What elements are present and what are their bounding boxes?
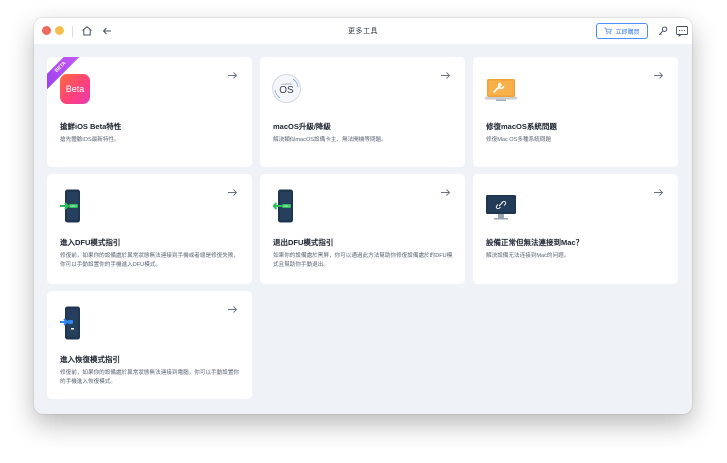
- title-bar: 更多工具 立即購買: [34, 18, 692, 44]
- macbook-wrench-icon: [485, 79, 517, 101]
- enter-dfu-icon: DFU: [60, 189, 80, 223]
- card-title: macOS升級/降級: [273, 122, 331, 131]
- feedback-icon[interactable]: [675, 24, 689, 38]
- card-description: 解決設備无法连接到Mac的问题。: [486, 253, 570, 259]
- exit-dfu-icon: DFU: [273, 189, 293, 223]
- card-ios-beta[interactable]: BETA Beta 搶鮮iOS Beta特性 搶先體驗iOS最新特性。: [47, 57, 252, 167]
- ios-beta-icon-label: Beta: [65, 84, 85, 94]
- card-recovery-mode[interactable]: 進入恢復模式指引 修復前，如果你的設備處於異常狀態無法連接到電腦，你可以手動設置…: [47, 291, 252, 399]
- arrow-right-icon[interactable]: [440, 71, 451, 80]
- card-title: 退出DFU模式指引: [273, 238, 334, 247]
- card-description: 搶先體驗iOS最新特性。: [60, 137, 120, 143]
- enter-dfu-icon-label: DFU: [70, 204, 76, 208]
- card-description: 修復前，如果你的設備處於異常狀態無法連接到手機或者總是修復失敗，你可以手動設置你…: [60, 253, 240, 268]
- card-exit-dfu[interactable]: DFU 退出DFU模式指引 如果你的設備處於黑屏，你可以通過此方法幫助你修復設備…: [260, 174, 465, 284]
- card-description: 修復Mac OS多種系統問題: [486, 137, 551, 143]
- key-icon[interactable]: [656, 24, 670, 38]
- card-title: 進入DFU模式指引: [60, 238, 121, 247]
- card-title: 進入恢復模式指引: [60, 355, 120, 364]
- cart-icon: [604, 27, 613, 35]
- card-title: 搶鮮iOS Beta特性: [60, 122, 122, 131]
- window-title: 更多工具: [348, 28, 378, 35]
- recovery-mode-icon: [60, 306, 80, 340]
- arrow-right-icon[interactable]: [227, 188, 238, 197]
- card-description: 如果你的設備處於黑屏，你可以通過此方法幫助你修復設備處於的DFU模式且幫助你手動…: [273, 253, 453, 268]
- monitor-link-icon: [486, 195, 516, 220]
- circular-arrows-icon: [274, 78, 299, 99]
- buy-now-button[interactable]: 立即購買: [596, 23, 648, 39]
- card-device-connection[interactable]: 設備正常但無法連接到Mac？ 解決設備无法连接到Mac的问题。: [473, 174, 678, 284]
- app-window: 更多工具 立即購買 BETA Beta 搶鮮iOS Beta特性 搶先體驗iOS…: [34, 18, 692, 414]
- arrow-right-icon[interactable]: [227, 71, 238, 80]
- arrow-right-icon[interactable]: [227, 305, 238, 314]
- card-description: 修復前，如果你的設備處於異常狀態無法連接到電腦，你可以手動設置你的手機進入恢復模…: [60, 370, 240, 385]
- card-description: 解決類似macOS設備卡主、無法開機等問題。: [273, 137, 387, 143]
- arrow-right-icon[interactable]: [653, 188, 664, 197]
- card-title: 修復macOS系統問題: [486, 122, 557, 131]
- buy-now-label: 立即購買: [615, 29, 640, 36]
- card-enter-dfu[interactable]: DFU 進入DFU模式指引 修復前，如果你的設備處於異常狀態無法連接到手機或者總…: [47, 174, 252, 284]
- arrow-right-icon[interactable]: [440, 188, 451, 197]
- ios-beta-icon: Beta: [60, 74, 90, 104]
- macos-icon: macOS OS: [272, 74, 301, 103]
- exit-dfu-icon-label: DFU: [283, 204, 289, 208]
- card-title: 設備正常但無法連接到Mac？: [486, 238, 584, 247]
- card-repair-macos[interactable]: 修復macOS系統問題 修復Mac OS多種系統問題: [473, 57, 678, 167]
- card-macos-upgrade[interactable]: macOS OS macOS升級/降級 解決類似macOS設備卡主、無法開機等問…: [260, 57, 465, 167]
- arrow-right-icon[interactable]: [653, 71, 664, 80]
